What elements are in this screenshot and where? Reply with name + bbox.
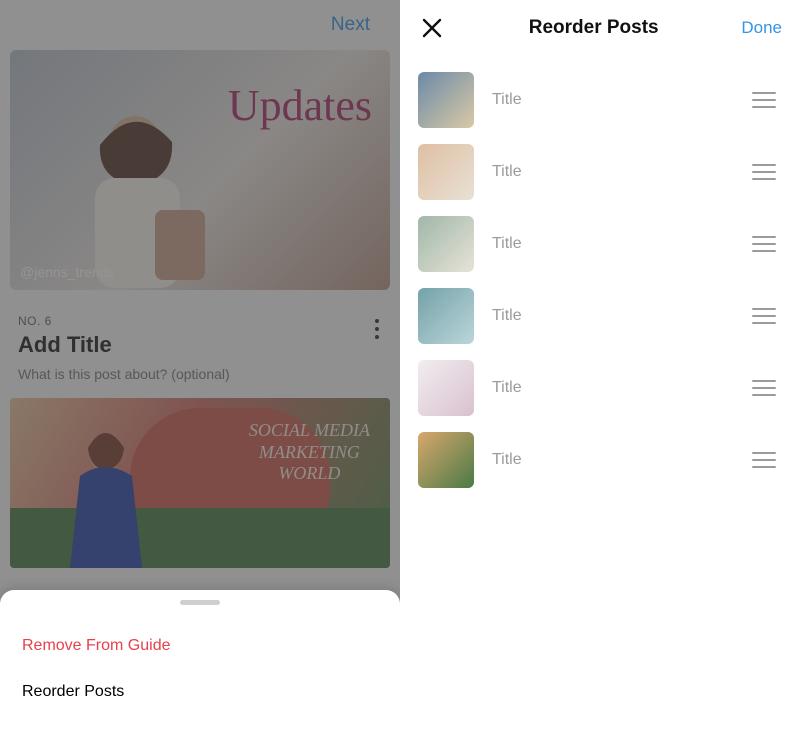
post-thumbnail	[418, 144, 474, 200]
drag-handle[interactable]	[748, 156, 780, 188]
close-icon	[421, 17, 443, 39]
description-input[interactable]: What is this post about? (optional)	[18, 366, 382, 382]
header: Reorder Posts Done	[400, 0, 800, 56]
list-item[interactable]: Title	[410, 280, 790, 352]
post-thumbnail	[418, 432, 474, 488]
post-image: SOCIAL MEDIAMARKETINGWORLD	[10, 398, 390, 568]
post-thumbnail	[418, 360, 474, 416]
reorder-posts-option[interactable]: Reorder Posts	[22, 669, 378, 715]
header-title: Reorder Posts	[529, 17, 659, 39]
post-thumbnail	[418, 72, 474, 128]
remove-from-guide-option[interactable]: Remove From Guide	[22, 623, 378, 669]
post-title: Title	[492, 163, 748, 181]
post-block: NO. 6 Add Title What is this post about?…	[0, 290, 400, 382]
drag-handle-icon	[752, 235, 776, 253]
post-title: Title	[492, 307, 748, 325]
drag-handle-icon	[752, 91, 776, 109]
done-button[interactable]: Done	[741, 18, 782, 38]
drag-handle-icon	[752, 451, 776, 469]
drag-handle-icon	[752, 379, 776, 397]
post-number: NO. 6	[18, 314, 112, 328]
hero-username-tag: @jenns_trends	[20, 264, 114, 280]
list-item[interactable]: Title	[410, 64, 790, 136]
post-thumbnail	[418, 216, 474, 272]
drag-handle-icon	[752, 307, 776, 325]
guide-editor-screen: Next Updates @jenns_trends NO. 6 Add Tit…	[0, 0, 400, 731]
list-item[interactable]: Title	[410, 352, 790, 424]
drag-handle[interactable]	[748, 228, 780, 260]
top-bar: Next	[0, 0, 400, 50]
post-thumbnail	[418, 288, 474, 344]
sheet-grabber[interactable]	[180, 600, 220, 605]
post-title: Title	[492, 451, 748, 469]
drag-handle[interactable]	[748, 372, 780, 404]
drag-handle[interactable]	[748, 444, 780, 476]
more-options-button[interactable]	[372, 314, 382, 348]
hero-image: Updates @jenns_trends	[10, 50, 390, 290]
post-title: Title	[492, 379, 748, 397]
reorder-list: Title Title Title Ti	[400, 56, 800, 496]
post-title: Title	[492, 91, 748, 109]
title-input[interactable]: Add Title	[18, 332, 112, 358]
reorder-posts-screen: Reorder Posts Done Title Title Title	[400, 0, 800, 731]
list-item[interactable]: Title	[410, 136, 790, 208]
bottom-sheet: Remove From Guide Reorder Posts	[0, 590, 400, 731]
drag-handle[interactable]	[748, 300, 780, 332]
hero-overlay-text: Updates	[228, 80, 372, 131]
drag-handle-icon	[752, 163, 776, 181]
list-item[interactable]: Title	[410, 424, 790, 496]
drag-handle[interactable]	[748, 84, 780, 116]
hero-person-illustration	[40, 90, 240, 290]
post-title: Title	[492, 235, 748, 253]
close-button[interactable]	[418, 14, 446, 42]
list-item[interactable]: Title	[410, 208, 790, 280]
next-button[interactable]: Next	[331, 14, 370, 36]
kebab-icon	[374, 318, 380, 340]
